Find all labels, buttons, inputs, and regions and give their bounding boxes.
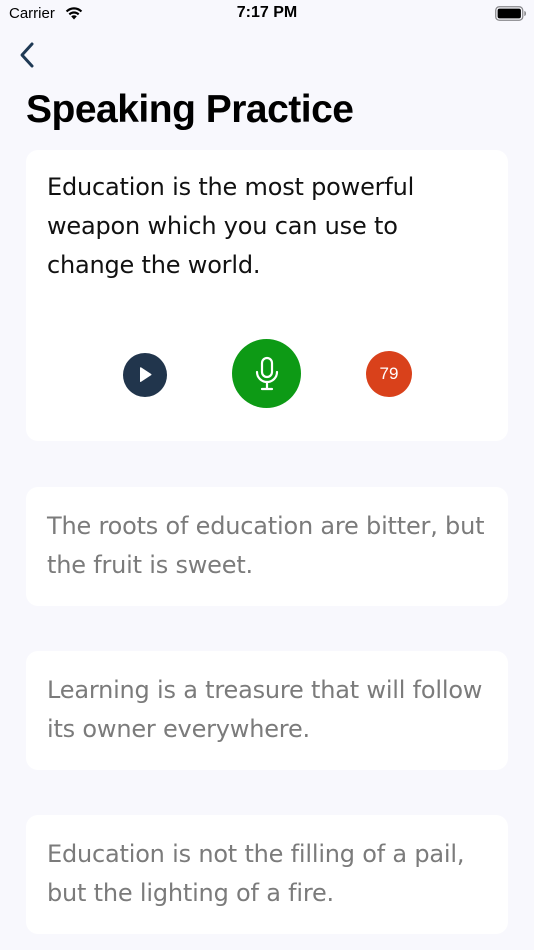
phrase-card-active[interactable]: Education is the most powerful weapon wh…	[26, 150, 508, 441]
phrase-text: Education is not the filling of a pail, …	[47, 840, 465, 907]
phrase-text: Education is the most powerful weapon wh…	[47, 173, 415, 279]
score-badge: 79	[366, 351, 412, 397]
play-icon	[140, 367, 152, 382]
page-title: Speaking Practice	[26, 88, 354, 131]
phrase-card[interactable]: Education is not the filling of a pail, …	[26, 815, 508, 934]
phrase-card[interactable]: The roots of education are bitter, but t…	[26, 487, 508, 606]
battery-icon	[495, 6, 526, 21]
phrase-text: The roots of education are bitter, but t…	[47, 512, 485, 579]
practice-controls: 79	[26, 338, 508, 408]
record-button[interactable]	[232, 339, 301, 408]
status-time: 7:17 PM	[236, 4, 298, 21]
microphone-icon	[255, 356, 278, 390]
play-button[interactable]	[123, 353, 167, 397]
chevron-left-icon	[20, 42, 34, 68]
phrase-card[interactable]: Learning is a treasure that will follow …	[26, 651, 508, 770]
status-bar: Carrier 7:17 PM	[0, 0, 534, 28]
back-button[interactable]	[10, 38, 44, 72]
phrase-text: Learning is a treasure that will follow …	[47, 676, 483, 743]
